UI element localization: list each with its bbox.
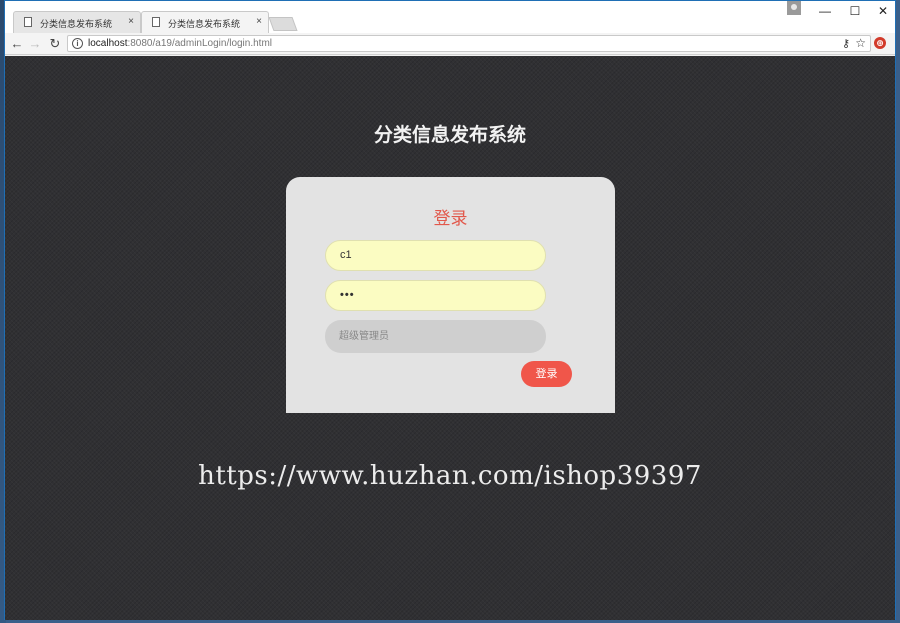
login-button[interactable]: 登录: [521, 361, 572, 387]
back-button[interactable]: ←: [9, 36, 25, 52]
tab-title: 分类信息发布系统: [40, 19, 113, 29]
reload-button[interactable]: ↻: [47, 36, 63, 52]
address-bar[interactable]: i localhost:8080/a19/adminLogin/login.ht…: [67, 35, 871, 52]
browser-toolbar: ← → ↻ i localhost:8080/a19/adminLogin/lo…: [5, 33, 895, 55]
new-tab-button[interactable]: [268, 17, 298, 31]
star-icon[interactable]: ☆: [855, 36, 866, 50]
document-icon: [24, 17, 32, 27]
maximize-button[interactable]: ☐: [841, 3, 869, 19]
tab-2[interactable]: 分类信息发布系统 ×: [141, 11, 269, 33]
url-host: localhost: [88, 38, 128, 49]
key-icon[interactable]: ⚷: [842, 37, 850, 50]
watermark-url: https://www.huzhan.com/ishop39397: [198, 461, 702, 491]
login-heading: 登录: [433, 209, 468, 228]
role-field[interactable]: 超级管理员: [325, 320, 546, 353]
forward-button[interactable]: →: [27, 36, 43, 52]
username-field[interactable]: c1: [325, 240, 546, 271]
tab-close-icon[interactable]: ×: [256, 16, 262, 27]
page-content: 分类信息发布系统 登录 c1 ••• 超级管理员 登录 https://www.…: [5, 56, 895, 620]
password-field[interactable]: •••: [325, 280, 546, 311]
info-icon[interactable]: i: [72, 38, 83, 49]
url-text[interactable]: localhost:8080/a19/adminLogin/login.html: [88, 38, 272, 49]
tab-close-icon[interactable]: ×: [128, 16, 134, 27]
tab-strip: 分类信息发布系统 × 分类信息发布系统 × — ☐ ✕: [5, 1, 895, 33]
login-card: 登录 c1 ••• 超级管理员 登录: [286, 177, 615, 413]
browser-window: 分类信息发布系统 × 分类信息发布系统 × — ☐ ✕ ← → ↻ i loca…: [4, 0, 896, 620]
page-title: 分类信息发布系统: [373, 124, 526, 146]
profile-icon[interactable]: [787, 1, 801, 15]
document-icon: [152, 17, 160, 27]
close-button[interactable]: ✕: [869, 3, 897, 19]
url-path: :8080/a19/adminLogin/login.html: [127, 38, 273, 49]
tab-1[interactable]: 分类信息发布系统 ×: [13, 11, 141, 33]
tab-title: 分类信息发布系统: [168, 19, 241, 29]
extension-icon[interactable]: ⊕: [874, 37, 886, 49]
minimize-button[interactable]: —: [811, 3, 839, 19]
